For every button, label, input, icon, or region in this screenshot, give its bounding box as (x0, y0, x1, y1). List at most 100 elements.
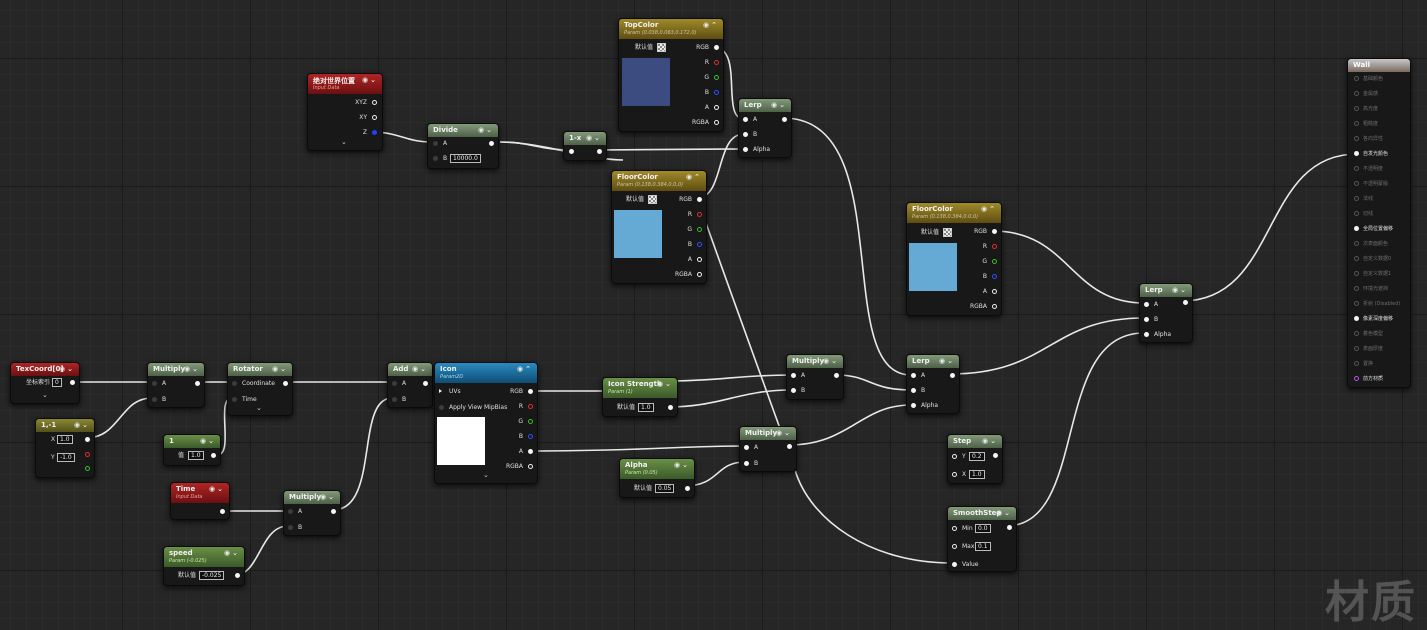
node-header[interactable]: SmoothStep ◉⌄ (948, 507, 1016, 520)
output-pin[interactable] (992, 244, 997, 249)
output-pin[interactable] (331, 509, 336, 514)
value-field[interactable]: 1.0 (638, 403, 654, 412)
input-pin[interactable] (743, 147, 748, 152)
output-pin[interactable] (714, 105, 719, 110)
input-pin[interactable] (952, 472, 957, 477)
input-arrow-pin[interactable] (439, 389, 442, 393)
step-node[interactable]: Step ◉⌄ Y 0.2 X 1.0 (947, 434, 1003, 484)
output-pin[interactable] (782, 117, 787, 122)
node-header[interactable]: Divide ◉⌄ (428, 124, 498, 137)
node-header[interactable]: FloorColor Param (0.138,0.384,0.0,0) ◉⌃ (612, 171, 706, 191)
output-pin[interactable] (211, 453, 216, 458)
value-field[interactable]: -0.025 (199, 571, 225, 580)
input-pin[interactable] (743, 132, 748, 137)
collapse-icon[interactable]: ◉⌄ (320, 493, 336, 501)
material-input-pin[interactable] (1354, 151, 1359, 156)
collapse-icon[interactable]: ◉⌄ (657, 380, 673, 388)
collapse-icon[interactable]: ◉⌄ (674, 461, 690, 469)
input-pin[interactable] (232, 397, 237, 402)
lerp-top-node[interactable]: Lerp ◉⌄ A B Alpha (738, 98, 792, 158)
output-pin[interactable] (714, 75, 719, 80)
collapse-icon[interactable]: ◉⌃ (517, 365, 533, 373)
output-pin[interactable] (372, 115, 377, 120)
input-pin[interactable] (392, 381, 397, 386)
expand-icon[interactable]: ⌄ (483, 471, 489, 479)
input-pin[interactable] (232, 381, 237, 386)
index-field[interactable]: 0 (52, 378, 62, 387)
output-pin[interactable] (668, 405, 673, 410)
value-field[interactable]: 0.05 (655, 484, 675, 493)
input-pin[interactable] (743, 117, 748, 122)
output-pin[interactable] (235, 573, 240, 578)
material-input-pin[interactable] (1354, 316, 1359, 321)
world-position-node[interactable]: 绝对世界位置 Input Data ◉⌄ XYZ XY Z ⌄ (307, 73, 383, 151)
input-pin[interactable] (433, 156, 438, 161)
output-pin[interactable] (993, 453, 998, 458)
icon-strength-node[interactable]: Icon Strength Param (1) ◉⌄ 默认值 1.0 (602, 377, 678, 417)
expand-icon[interactable]: ⌄ (256, 404, 262, 412)
icon-texture-node[interactable]: Icon Param2D ◉⌃ UVs Apply View MipBias R… (434, 362, 538, 484)
min-field[interactable]: 0.0 (975, 524, 991, 533)
input-pin[interactable] (392, 397, 397, 402)
output-pin[interactable] (528, 419, 533, 424)
output-pin[interactable] (528, 389, 533, 394)
input-pin[interactable] (911, 388, 916, 393)
multiply-node[interactable]: Multiply ◉⌄ A B (739, 426, 797, 472)
node-header[interactable]: Lerp ◉⌄ (739, 99, 791, 112)
output-pin[interactable] (85, 437, 90, 442)
floorcolor-node[interactable]: FloorColor Param (0.138,0.384,0.0,0) ◉⌃ … (906, 202, 1002, 316)
output-pin[interactable] (489, 141, 494, 146)
node-header[interactable]: Lerp ◉⌄ (907, 355, 959, 368)
collapse-icon[interactable]: ◉⌄ (362, 76, 378, 84)
node-header[interactable]: TopColor Param (0.038,0.063,0.172,0) ◉⌃ (619, 19, 723, 39)
output-pin[interactable] (992, 259, 997, 264)
x-field[interactable]: 1.0 (969, 470, 985, 479)
collapse-icon[interactable]: ◉⌄ (823, 357, 839, 365)
input-pin[interactable] (152, 397, 157, 402)
input-pin[interactable] (911, 373, 916, 378)
material-input-pin[interactable] (1354, 256, 1359, 261)
collapse-icon[interactable]: ◉⌄ (209, 485, 225, 493)
collapse-icon[interactable]: ◉⌄ (939, 357, 955, 365)
output-pin[interactable] (220, 509, 225, 514)
max-field[interactable]: 0.1 (975, 542, 991, 551)
node-header[interactable]: 1,-1 ◉⌄ (36, 419, 94, 432)
node-header[interactable]: Time Input Data ◉⌄ (171, 483, 229, 503)
one-minus-node[interactable]: 1-x ◉⌄ (563, 131, 607, 161)
lerp-right-node[interactable]: Lerp ◉⌄ A B Alpha (1139, 283, 1193, 343)
material-input-pin[interactable] (1354, 166, 1359, 171)
output-pin[interactable] (528, 449, 533, 454)
output-pin[interactable] (1183, 300, 1188, 305)
output-pin[interactable] (597, 149, 602, 154)
material-input-pin[interactable] (1354, 331, 1359, 336)
collapse-icon[interactable]: ◉⌄ (478, 126, 494, 134)
input-pin[interactable] (288, 509, 293, 514)
lerp-mid-node[interactable]: Lerp ◉⌄ A B Alpha (906, 354, 960, 414)
node-header[interactable]: Multiply ◉⌄ (148, 363, 204, 376)
material-input-pin[interactable] (1354, 226, 1359, 231)
output-pin[interactable] (685, 486, 690, 491)
node-header[interactable]: 绝对世界位置 Input Data ◉⌄ (308, 74, 382, 94)
material-input-pin[interactable] (1354, 76, 1359, 81)
output-pin[interactable] (70, 380, 75, 385)
node-header[interactable]: TexCoord[0] ◉⌄ (11, 363, 79, 376)
collapse-icon[interactable]: ◉⌄ (1172, 286, 1188, 294)
output-pin[interactable] (714, 90, 719, 95)
multiply-node[interactable]: Multiply ◉⌄ A B (147, 362, 205, 408)
collapse-icon[interactable]: ◉⌃ (981, 205, 997, 213)
add-node[interactable]: Add ◉⌄ A B (387, 362, 433, 408)
output-pin[interactable] (195, 381, 200, 386)
output-pin[interactable] (85, 452, 90, 457)
collapse-icon[interactable]: ◉⌄ (771, 101, 787, 109)
material-input-pin[interactable] (1354, 136, 1359, 141)
collapse-icon[interactable]: ◉⌄ (996, 509, 1012, 517)
node-header[interactable]: 1-x ◉⌄ (564, 132, 606, 145)
node-header[interactable]: Lerp ◉⌄ (1140, 284, 1192, 297)
collapse-icon[interactable]: ◉⌄ (74, 421, 90, 429)
output-pin[interactable] (992, 274, 997, 279)
time-node[interactable]: Time Input Data ◉⌄ (170, 482, 230, 520)
collapse-icon[interactable]: ◉⌄ (200, 437, 216, 445)
collapse-icon[interactable]: ◉⌄ (272, 365, 288, 373)
output-pin[interactable] (528, 404, 533, 409)
multiply-node[interactable]: Multiply ◉⌄ A B (283, 490, 341, 536)
